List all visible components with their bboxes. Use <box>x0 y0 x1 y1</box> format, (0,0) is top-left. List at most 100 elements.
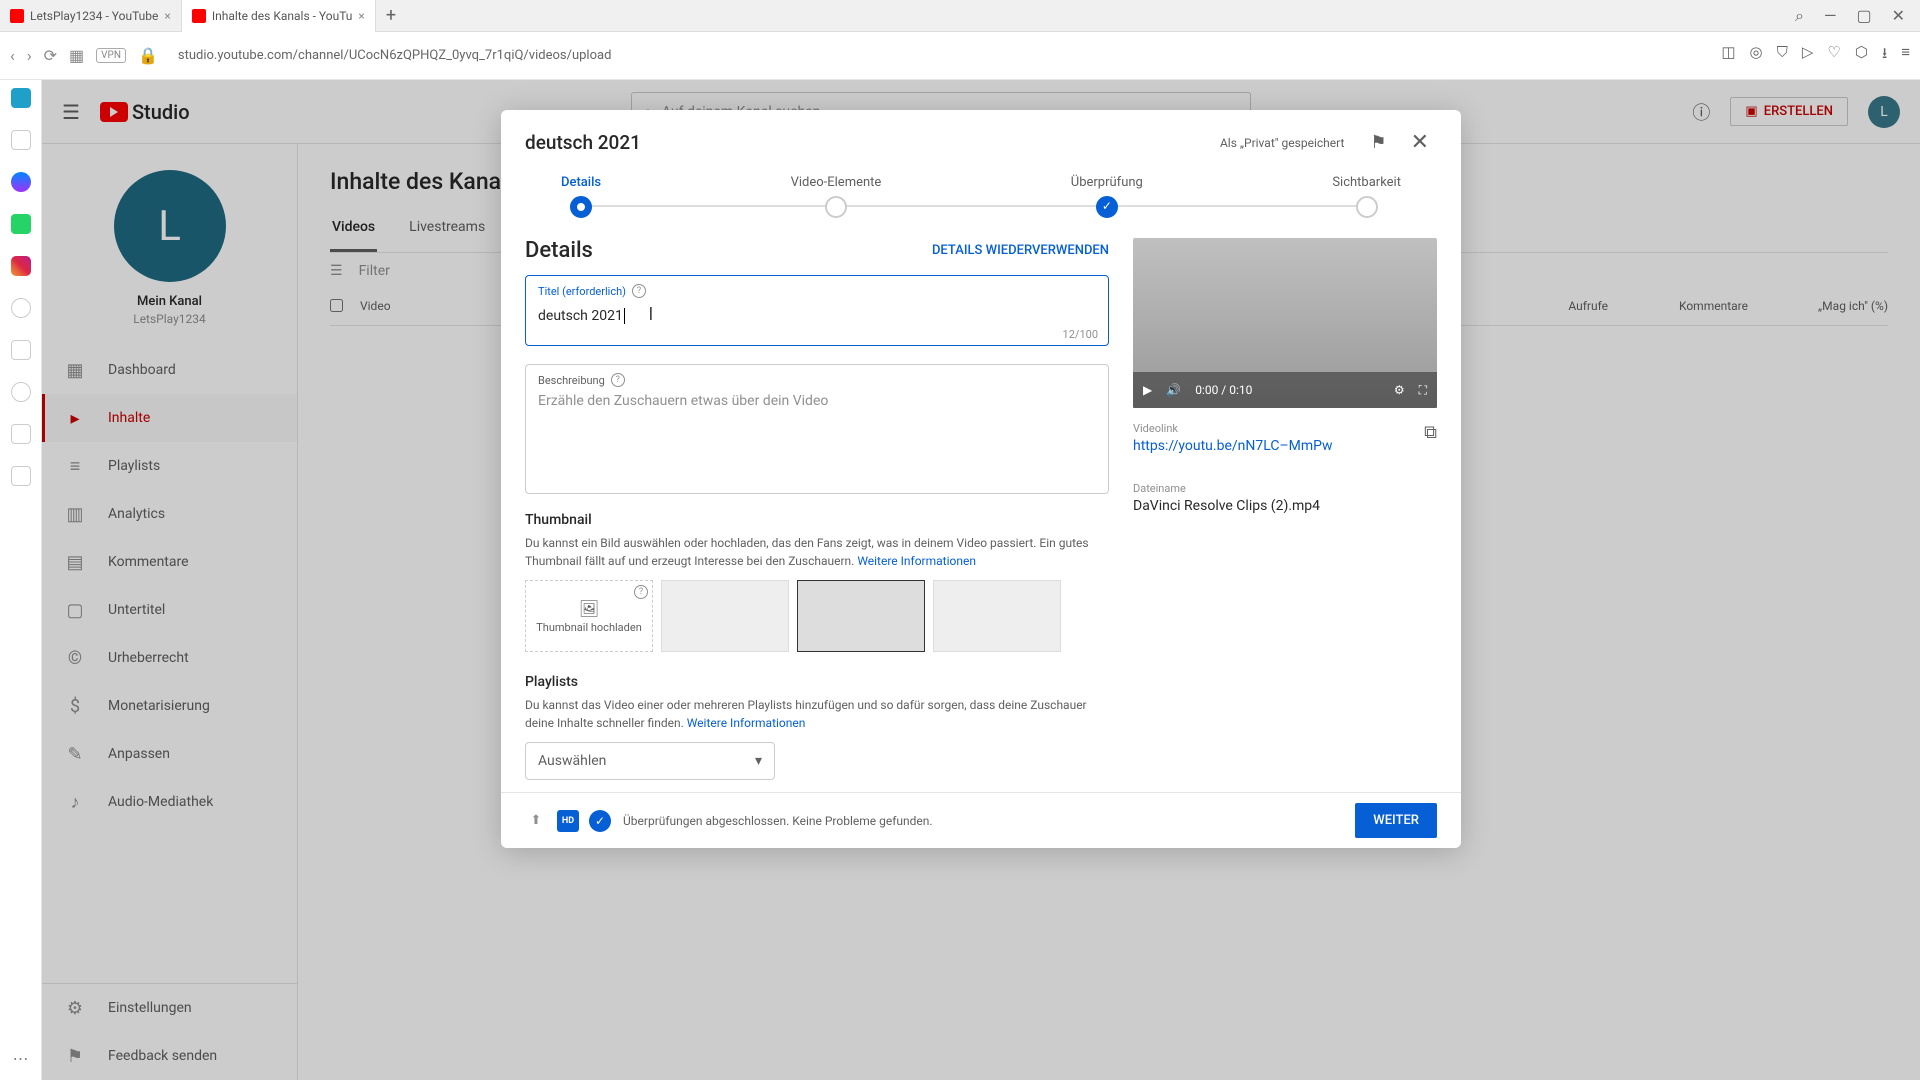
player-icon[interactable] <box>11 340 31 360</box>
search-browser-icon[interactable]: ⌕ <box>1795 6 1804 26</box>
check-icon: ✓ <box>589 810 611 832</box>
chevron-down-icon: ▾ <box>755 753 762 769</box>
browser-tab[interactable]: LetsPlay1234 - YouTube × <box>0 0 182 32</box>
messenger-icon[interactable] <box>11 172 31 192</box>
step-visibility[interactable]: Sichtbarkeit <box>1332 175 1401 218</box>
playlists-description: Du kannst das Video einer oder mehreren … <box>525 696 1109 732</box>
video-link[interactable]: https://youtu.be/nN7LC–MmPw <box>1133 438 1332 454</box>
camera-icon[interactable]: ◎ <box>1750 43 1763 68</box>
modal-overlay: deutsch 2021 Als „Privat" gespeichert ⚑ … <box>42 80 1920 1080</box>
videolink-label: Videolink <box>1133 422 1332 435</box>
filename-value: DaVinci Resolve Clips (2).mp4 <box>1133 498 1437 514</box>
help-icon[interactable]: ? <box>634 585 648 599</box>
char-counter: 12/100 <box>1063 328 1098 341</box>
workspace-icon[interactable] <box>11 88 31 108</box>
text-caret-icon: I <box>648 304 653 325</box>
more-info-link[interactable]: Weitere Informationen <box>687 716 806 730</box>
step-checks[interactable]: Überprüfung <box>1071 175 1143 218</box>
browser-tab[interactable]: Inhalte des Kanals - YouTu × <box>182 0 376 32</box>
check-status-message: Überprüfungen abgeschlossen. Keine Probl… <box>623 814 1343 828</box>
thumbnail-option[interactable] <box>797 580 925 652</box>
pinboard-icon[interactable] <box>11 466 31 486</box>
video-time: 0:00 / 0:10 <box>1195 383 1252 397</box>
description-field[interactable]: Beschreibung ? Erzähle den Zuschauern et… <box>525 364 1109 494</box>
youtube-favicon <box>192 9 206 23</box>
step-dot-icon <box>1096 196 1118 218</box>
step-dot-icon <box>825 196 847 218</box>
bookmark-sidebar-icon[interactable] <box>11 130 31 150</box>
close-icon[interactable]: ✕ <box>1403 126 1437 159</box>
thumbnail-description: Du kannst ein Bild auswählen oder hochla… <box>525 534 1109 570</box>
reuse-details-link[interactable]: DETAILS WIEDERVERWENDEN <box>932 243 1109 258</box>
playlists-heading: Playlists <box>525 674 1109 690</box>
title-input[interactable]: deutsch 2021 <box>538 308 623 324</box>
more-info-link[interactable]: Weitere Informationen <box>857 554 976 568</box>
play-icon[interactable]: ▶ <box>1143 383 1152 397</box>
next-button[interactable]: WEITER <box>1355 803 1437 838</box>
thumbnail-option[interactable] <box>933 580 1061 652</box>
shield-icon[interactable]: ⛉ <box>1777 43 1788 68</box>
fullscreen-icon[interactable]: ⛶ <box>1419 383 1427 398</box>
gear-icon[interactable]: ⚙ <box>1394 383 1405 397</box>
select-placeholder: Auswählen <box>538 753 606 769</box>
hd-badge: HD <box>557 810 579 832</box>
history-icon[interactable] <box>11 298 31 318</box>
more-icon[interactable]: ⋯ <box>13 1049 29 1068</box>
video-preview[interactable]: ▶ 🔊 0:00 / 0:10 ⚙ ⛶ <box>1133 238 1437 408</box>
step-dot-icon <box>570 196 592 218</box>
text-cursor <box>624 308 625 324</box>
help-icon[interactable]: ? <box>611 373 625 387</box>
close-icon[interactable]: × <box>358 9 364 23</box>
send-icon[interactable]: ▷ <box>1802 43 1814 68</box>
playlist-select[interactable]: Auswählen ▾ <box>525 742 775 780</box>
browser-toolbar: ‹ › ⟳ ▦ VPN 🔒 studio.youtube.com/channel… <box>0 32 1920 80</box>
whatsapp-icon[interactable] <box>11 214 31 234</box>
step-dot-icon <box>1356 196 1378 218</box>
vpn-badge[interactable]: VPN <box>96 48 126 63</box>
flow-icon[interactable] <box>11 424 31 444</box>
volume-icon[interactable]: 🔊 <box>1166 383 1181 397</box>
upload-thumbnail-button[interactable]: ? 🖼 Thumbnail hochladen <box>525 580 653 652</box>
clock-icon[interactable] <box>11 382 31 402</box>
tab-title: LetsPlay1234 - YouTube <box>30 9 158 23</box>
stepper: Details Video-Elemente Überprüfung Sicht… <box>501 175 1461 218</box>
modal-title: deutsch 2021 <box>525 131 1198 154</box>
speed-dial-icon[interactable]: ▦ <box>69 46 84 65</box>
help-icon[interactable]: ? <box>632 284 646 298</box>
download-icon[interactable]: ⭳ <box>1882 43 1887 68</box>
instagram-icon[interactable] <box>11 256 31 276</box>
reload-icon[interactable]: ⟳ <box>44 46 57 65</box>
description-placeholder: Erzähle den Zuschauern etwas über dein V… <box>538 387 1096 409</box>
image-icon: 🖼 <box>579 599 599 618</box>
new-tab-button[interactable]: + <box>376 5 406 26</box>
upload-modal: deutsch 2021 Als „Privat" gespeichert ⚑ … <box>501 110 1461 848</box>
title-field[interactable]: Titel (erforderlich) ? deutsch 2021 I 12… <box>525 275 1109 346</box>
copy-icon[interactable]: ⧉ <box>1424 422 1437 443</box>
close-icon[interactable]: × <box>164 9 170 23</box>
minimize-icon[interactable]: — <box>1824 6 1837 26</box>
step-details[interactable]: Details <box>561 175 601 218</box>
tab-title: Inhalte des Kanals - YouTu <box>212 9 353 23</box>
thumbnail-heading: Thumbnail <box>525 512 1109 528</box>
easy-setup-icon[interactable]: ≡ <box>1901 43 1910 68</box>
cube-icon[interactable]: ⬡ <box>1855 43 1868 68</box>
step-elements[interactable]: Video-Elemente <box>791 175 882 218</box>
save-status-badge: Als „Privat" gespeichert <box>1210 132 1354 154</box>
youtube-favicon <box>10 9 24 23</box>
lock-icon[interactable]: 🔒 <box>138 46 158 65</box>
back-icon[interactable]: ‹ <box>10 46 15 65</box>
title-label: Titel (erforderlich) <box>538 285 626 298</box>
feedback-icon[interactable]: ⚑ <box>1366 128 1390 157</box>
bookmark-icon[interactable]: ◫ <box>1721 43 1735 68</box>
maximize-icon[interactable]: ▢ <box>1856 6 1871 26</box>
address-bar[interactable]: studio.youtube.com/channel/UCocN6zQPHQZ_… <box>170 48 1709 63</box>
forward-icon[interactable]: › <box>27 46 32 65</box>
description-label: Beschreibung <box>538 374 605 387</box>
studio-app: ☰ Studio ⌕ Auf deinem Kanal suchen ⓘ ▣ E… <box>42 80 1920 1080</box>
browser-tab-strip: LetsPlay1234 - YouTube × Inhalte des Kan… <box>0 0 1920 32</box>
thumbnail-option[interactable] <box>661 580 789 652</box>
heart-icon[interactable]: ♡ <box>1827 43 1840 68</box>
close-window-icon[interactable]: ✕ <box>1892 6 1905 26</box>
window-controls: ⌕ — ▢ ✕ <box>1795 6 1920 26</box>
opera-sidebar: ⋯ <box>0 80 42 1080</box>
